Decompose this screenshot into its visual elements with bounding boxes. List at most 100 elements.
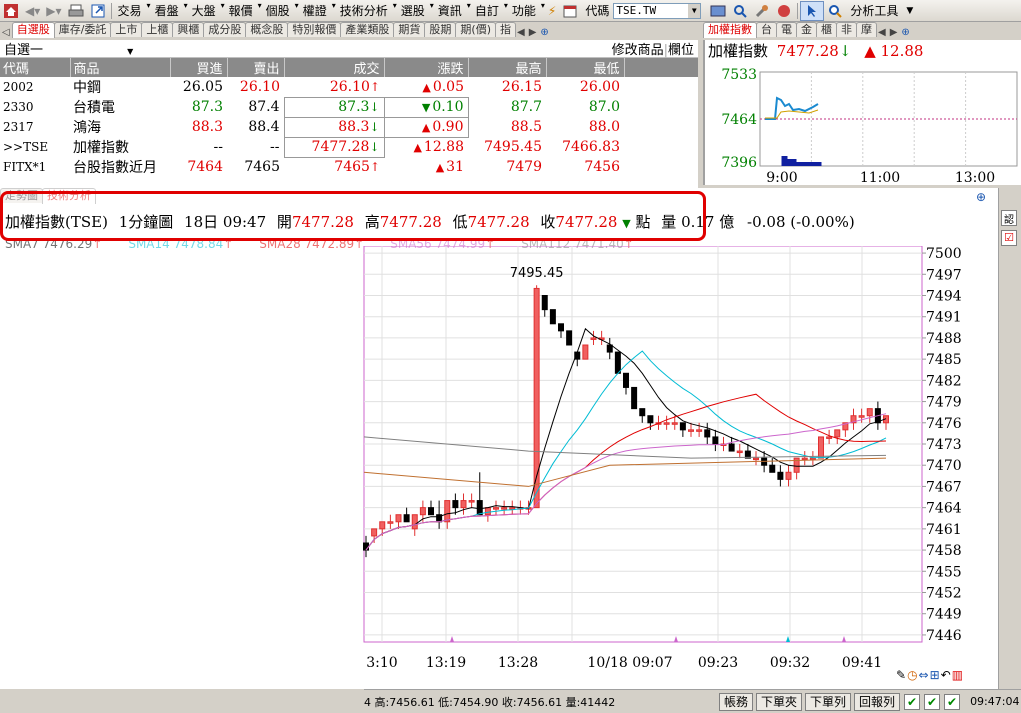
group-selector[interactable]: 自選一 ▼ (4, 39, 133, 58)
code-input[interactable]: TSE.TW ▼ (613, 2, 702, 19)
print-icon[interactable] (65, 1, 87, 21)
column-header[interactable]: 代碼 (0, 58, 71, 77)
candle-body[interactable] (679, 422, 686, 431)
tab[interactable]: 成分股 (203, 22, 247, 37)
candle-body[interactable] (866, 408, 873, 417)
candle-body[interactable] (484, 507, 491, 516)
tools-icon[interactable] (751, 1, 773, 21)
table-row[interactable]: >>TSE 加權指數 -- -- 7477.28↓ ▲ 12.88 7495.45 7466.8… (0, 136, 698, 158)
candle-body[interactable] (509, 507, 516, 510)
tab[interactable]: 櫃 (816, 22, 837, 37)
clock-icon[interactable]: ◷ (907, 668, 917, 682)
candle-body[interactable] (379, 521, 386, 530)
candle-body[interactable] (623, 372, 629, 388)
table-row[interactable]: 2330 台積電 87.3 87.4 87.3↓ ▼ 0.10 87.7 87.0 (0, 96, 698, 118)
menu-item[interactable]: 報價 (225, 1, 257, 21)
search-icon[interactable] (729, 1, 751, 21)
candle-body[interactable] (712, 436, 719, 445)
checkbox[interactable]: ✔ (944, 693, 961, 710)
alert-icon[interactable] (773, 1, 795, 21)
fit-icon[interactable]: ⇔ (919, 668, 929, 682)
candle-body[interactable] (590, 337, 597, 340)
tab[interactable]: 電 (776, 22, 797, 37)
menu-item[interactable]: 看盤 (151, 1, 183, 21)
tab[interactable]: 台 (756, 22, 777, 37)
column-header[interactable]: 最高 (468, 58, 547, 77)
tab[interactable]: 期貨 (393, 22, 426, 37)
candle-body[interactable] (387, 521, 394, 524)
candle-body[interactable] (468, 500, 475, 503)
column-header[interactable]: 買進 (170, 58, 228, 77)
table-row[interactable]: FITX*1 台股指數近月 7464 7465 7465↑ ▲ 31 7479 7456 (0, 157, 698, 177)
candle-body[interactable] (736, 450, 743, 454)
candlestick-chart[interactable]: 7500 7497 7494 7491 7488 7485 7482 7479 7476 7473… (0, 246, 998, 689)
candle-body[interactable] (663, 422, 670, 425)
candle-body[interactable] (688, 429, 694, 432)
zoom-icon[interactable]: ⊞ (930, 668, 940, 682)
popout-icon[interactable] (87, 1, 109, 21)
tab[interactable]: 金 (796, 22, 817, 37)
candle-body[interactable] (501, 507, 508, 510)
candle-body[interactable] (826, 436, 833, 439)
tab[interactable]: 興櫃 (172, 22, 205, 37)
candle-body[interactable] (809, 457, 816, 461)
candle-body[interactable] (606, 344, 613, 353)
menu-item[interactable]: 資訊 (434, 1, 466, 21)
zoom-icon[interactable]: ⊕ (976, 190, 986, 204)
quote-icon[interactable] (707, 1, 729, 21)
calendar-icon[interactable] (559, 1, 581, 21)
candle-body[interactable] (566, 330, 573, 346)
checkbox[interactable]: ✔ (924, 693, 941, 710)
flash-icon[interactable]: ⚡ (545, 1, 559, 21)
candle-body[interactable] (403, 514, 410, 523)
column-header[interactable]: 最低 (546, 58, 625, 77)
tab[interactable]: 期(價) (455, 22, 497, 37)
candle-body[interactable] (785, 471, 792, 480)
tab-scroll-left-icon[interactable]: ◀ (515, 27, 527, 38)
edit-products-button[interactable]: 修改商品 (612, 43, 664, 58)
zoom-icon[interactable]: ⊕ (538, 27, 550, 38)
candle-body[interactable] (834, 429, 841, 438)
column-header[interactable]: 商品 (70, 58, 171, 77)
candle-body[interactable] (818, 436, 824, 459)
candle-body[interactable] (371, 528, 378, 537)
tab[interactable]: 特別報價 (287, 22, 342, 37)
tab[interactable]: 加權指數 (703, 22, 757, 38)
candle-body[interactable] (728, 443, 735, 452)
analysis-tools-menu[interactable]: 分析工具 (846, 1, 902, 21)
menu-item[interactable]: 權證 (299, 1, 331, 21)
candle-body[interactable] (444, 500, 451, 523)
chevron-down-icon[interactable]: ▼ (127, 47, 133, 56)
checkbox[interactable]: ✔ (904, 693, 921, 710)
candle-body[interactable] (549, 309, 556, 325)
menu-item[interactable]: 自訂 (471, 1, 503, 21)
candle-body[interactable] (419, 507, 426, 516)
table-row[interactable]: 2317 鴻海 88.3 88.4 88.3↓ ▲ 0.90 88.5 88.0 (0, 116, 698, 138)
candle-body[interactable] (541, 295, 548, 311)
tab[interactable]: 指 (495, 22, 517, 37)
back-icon[interactable]: ◀▾ (22, 1, 43, 21)
tab-scroll-left-icon[interactable]: ◁ (0, 27, 12, 38)
menu-item[interactable]: 個股 (262, 1, 294, 21)
tab[interactable]: 庫存/委託 (53, 22, 112, 37)
candle-body[interactable] (769, 464, 776, 473)
candle-body[interactable] (801, 457, 808, 461)
tab[interactable]: 摩 (856, 22, 877, 37)
candle-body[interactable] (558, 323, 564, 332)
column-header[interactable]: 漲跌 (384, 58, 469, 77)
candle-body[interactable] (647, 415, 654, 424)
forward-icon[interactable]: ▶▾ (43, 1, 64, 21)
tab[interactable]: 概念股 (245, 22, 289, 37)
columns-button[interactable]: 欄位 (668, 43, 694, 58)
candle-body[interactable] (428, 507, 434, 516)
candle-body[interactable] (452, 500, 459, 509)
candle-body[interactable] (460, 500, 467, 509)
status-button[interactable]: 回報列 (854, 692, 901, 711)
candle-body[interactable] (493, 507, 499, 510)
bar-chart-icon[interactable]: ▥ (952, 668, 963, 682)
draw-line-icon[interactable]: ✎ (896, 668, 906, 682)
candle-body[interactable] (858, 415, 865, 418)
menu-item[interactable]: 技術分析 (336, 1, 392, 21)
tab[interactable]: 上櫃 (141, 22, 174, 37)
zoom-icon[interactable]: ⊕ (899, 27, 911, 38)
